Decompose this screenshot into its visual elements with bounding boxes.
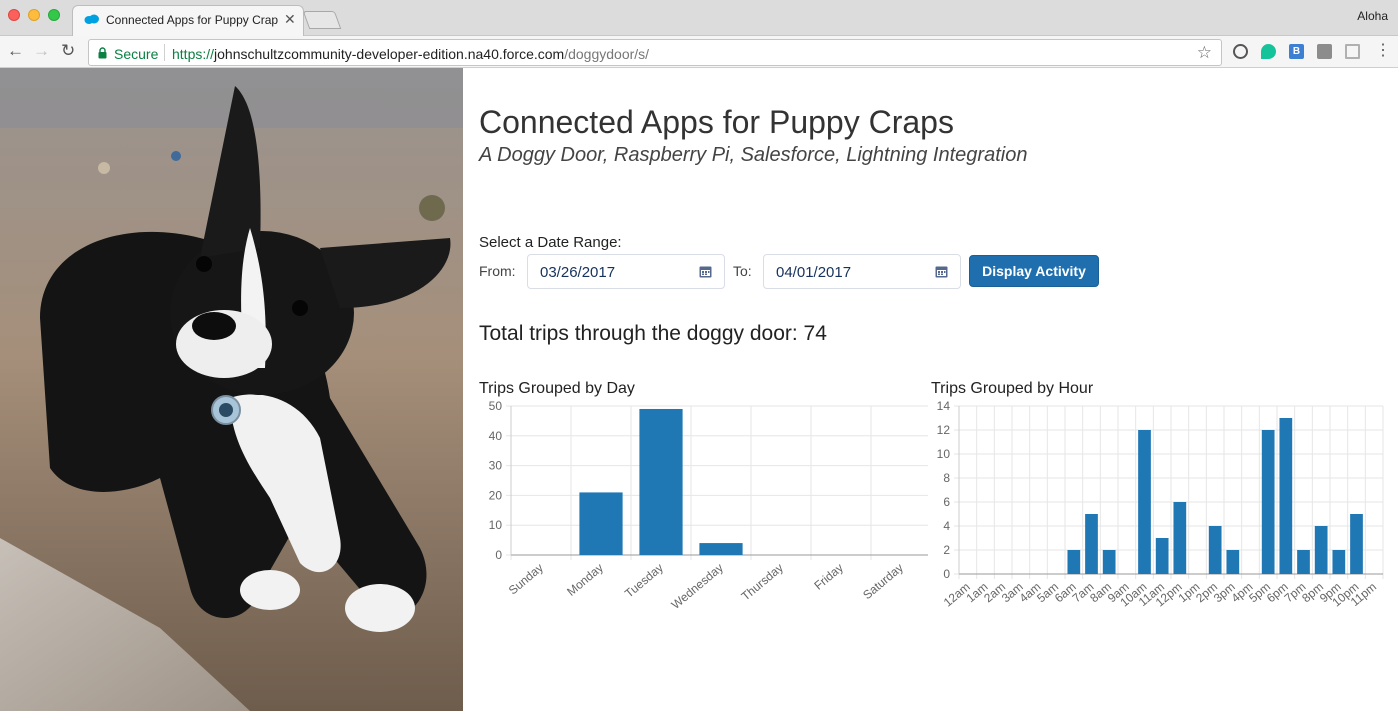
lock-icon xyxy=(98,47,107,59)
layout-extension-icon[interactable] xyxy=(1345,44,1360,59)
y-tick-label: 10 xyxy=(937,447,951,461)
close-window-button[interactable] xyxy=(8,9,20,21)
y-tick-label: 40 xyxy=(489,429,503,443)
hour-bar xyxy=(1208,526,1222,574)
y-tick-label: 6 xyxy=(943,495,950,509)
menu-kebab-icon[interactable]: ⋮ xyxy=(1375,43,1391,59)
page-title: Connected Apps for Puppy Craps xyxy=(479,104,954,140)
page-subtitle: A Doggy Door, Raspberry Pi, Salesforce, … xyxy=(479,144,1028,166)
browser-toolbar: ← → ↻ Secure https://johnschultzcommunit… xyxy=(0,36,1398,68)
calendar-icon[interactable] xyxy=(935,265,948,278)
main-content: Connected Apps for Puppy Craps A Doggy D… xyxy=(463,68,1398,711)
y-tick-label: 0 xyxy=(495,548,502,562)
x-tick-label: Monday xyxy=(564,561,606,599)
maximize-window-button[interactable] xyxy=(48,9,60,21)
date-range-label: Select a Date Range: xyxy=(479,234,622,251)
hour-bar xyxy=(1314,526,1328,574)
trips-by-day-chart: 0 10 20 30 40 50 Sunday Monday Tuesday Wednesday T… xyxy=(489,399,928,612)
hour-bar xyxy=(1279,418,1293,574)
day-bar xyxy=(579,492,623,555)
hour-bar xyxy=(1297,550,1310,574)
y-tick-label: 4 xyxy=(943,519,950,533)
total-trips-text: Total trips through the doggy door: 74 xyxy=(479,322,827,345)
y-tick-label: 20 xyxy=(489,488,503,502)
grammarly-extension-icon[interactable] xyxy=(1261,44,1276,59)
x-tick-label: Friday xyxy=(811,561,846,593)
y-tick-label: 50 xyxy=(489,399,503,413)
browser-titlebar: Connected Apps for Puppy Craps ✕ Aloha xyxy=(0,0,1398,36)
x-tick-label: Thursday xyxy=(739,561,786,604)
url-separator xyxy=(164,44,165,61)
reload-icon[interactable]: ↻ xyxy=(61,42,75,60)
bookmark-star-icon[interactable]: ☆ xyxy=(1197,43,1212,63)
to-date-input[interactable]: 04/01/2017 xyxy=(763,254,961,289)
close-tab-icon[interactable]: ✕ xyxy=(284,11,296,28)
profile-name[interactable]: Aloha xyxy=(1357,9,1388,23)
hour-bar xyxy=(1350,514,1363,574)
hour-bar xyxy=(1067,550,1081,574)
hour-bar xyxy=(1085,514,1098,574)
minimize-window-button[interactable] xyxy=(28,9,40,21)
chart-hour-title: Trips Grouped by Hour xyxy=(931,380,1094,397)
x-tick-label: Wednesday xyxy=(669,561,726,612)
back-arrow-icon[interactable]: ← xyxy=(7,42,24,60)
y-tick-label: 10 xyxy=(489,518,503,532)
to-date-value: 04/01/2017 xyxy=(776,264,852,281)
trips-by-hour-chart: 0246810121412am1am2am3am4am5am6am7am8am9… xyxy=(937,399,1384,610)
day-bar xyxy=(639,408,683,555)
browser-tab[interactable]: Connected Apps for Puppy Craps ✕ xyxy=(72,5,304,36)
hour-bar xyxy=(1102,550,1116,574)
from-date-input[interactable]: 03/26/2017 xyxy=(527,254,725,289)
url-path: /doggydoor/s/ xyxy=(564,46,650,62)
y-tick-label: 12 xyxy=(937,423,951,437)
info-extension-icon[interactable] xyxy=(1233,44,1248,59)
y-tick-label: 2 xyxy=(943,543,950,557)
from-label: From: xyxy=(479,263,516,279)
tab-title: Connected Apps for Puppy Craps xyxy=(106,13,278,27)
x-tick-label: Tuesday xyxy=(622,561,666,601)
salesforce-cloud-icon xyxy=(84,14,99,24)
day-bar xyxy=(699,543,743,555)
gray-extension-icon[interactable] xyxy=(1317,44,1332,59)
address-bar[interactable]: Secure https://johnschultzcommunity-deve… xyxy=(88,39,1222,66)
dog-photo xyxy=(0,68,463,711)
display-activity-button[interactable]: Display Activity xyxy=(969,255,1099,287)
hour-bar xyxy=(1155,538,1169,574)
from-date-value: 03/26/2017 xyxy=(540,264,616,281)
y-tick-label: 8 xyxy=(943,471,950,485)
chart-day-title: Trips Grouped by Day xyxy=(479,380,635,397)
y-tick-label: 0 xyxy=(943,567,950,581)
x-tick-label: Saturday xyxy=(860,561,906,603)
url-host: johnschultzcommunity-developer-edition.n… xyxy=(214,46,565,62)
forward-arrow-icon[interactable]: → xyxy=(33,42,50,60)
hour-bar xyxy=(1173,502,1187,574)
new-tab-button[interactable] xyxy=(302,11,342,29)
hour-bar xyxy=(1138,430,1151,574)
secure-label: Secure xyxy=(114,46,159,62)
b-extension-icon[interactable]: B xyxy=(1289,44,1304,59)
y-tick-label: 14 xyxy=(937,399,951,413)
to-label: To: xyxy=(733,263,752,279)
url-scheme: https:// xyxy=(172,46,215,62)
hour-bar xyxy=(1226,550,1240,574)
y-tick-label: 30 xyxy=(489,459,503,473)
x-tick-label: Sunday xyxy=(506,561,546,598)
url-text[interactable]: https://johnschultzcommunity-developer-e… xyxy=(172,46,649,62)
hour-bar xyxy=(1261,430,1275,574)
hour-bar xyxy=(1332,550,1346,574)
calendar-icon[interactable] xyxy=(699,265,712,278)
